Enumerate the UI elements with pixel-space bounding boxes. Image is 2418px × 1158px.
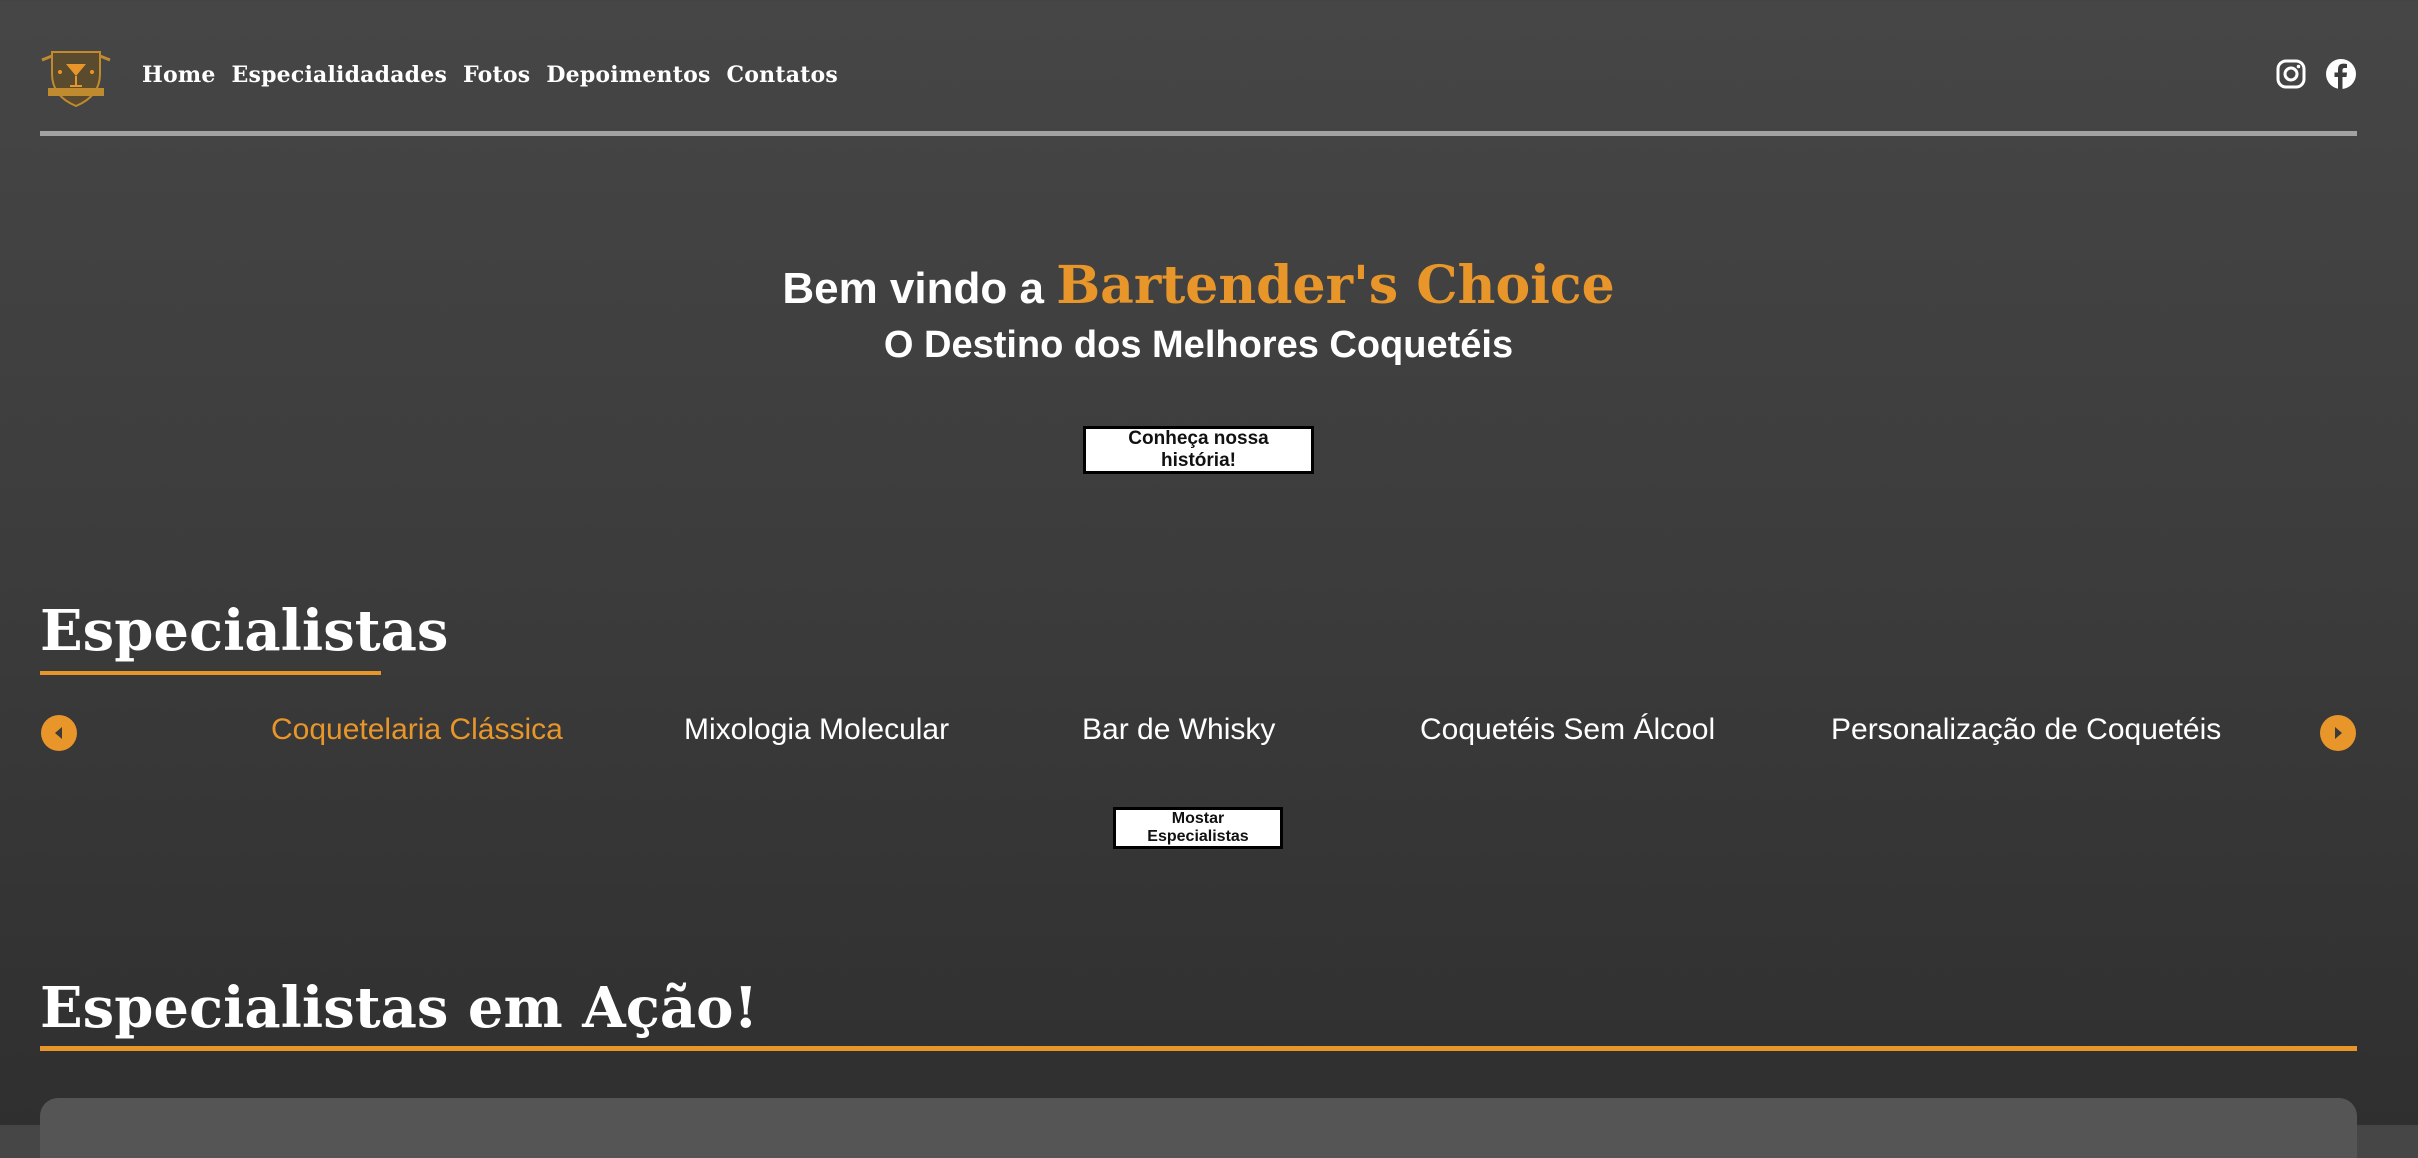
carousel-item-coquetelaria-classica[interactable]: Coquetelaria Clássica [271, 713, 563, 747]
nav-link-depoimentos[interactable]: Depoimentos [546, 62, 710, 88]
especialistas-title: Especialistas [40, 598, 449, 664]
history-button[interactable]: Conheça nossa história! [1083, 426, 1314, 474]
especialistas-carousel: Coquetelaria Clássica Mixologia Molecula… [0, 713, 2418, 753]
hero-welcome-text: Bem vindo a [782, 264, 1044, 313]
especialistas-acao-underline [40, 1046, 2357, 1051]
especialistas-underline [40, 671, 381, 675]
hero-heading: Bem vindo a Bartender's Choice [0, 255, 2397, 316]
nav-link-contatos[interactable]: Contatos [727, 62, 838, 88]
carousel-item-bar-de-whisky[interactable]: Bar de Whisky [1082, 713, 1275, 747]
nav-link-home[interactable]: Home [142, 62, 216, 88]
main-nav: Home Especialidadades Fotos Depoimentos … [142, 62, 838, 88]
especialistas-acao-title: Especialistas em Ação! [40, 975, 759, 1041]
instagram-icon[interactable] [2275, 58, 2307, 90]
facebook-icon[interactable] [2325, 58, 2357, 90]
site-header: Home Especialidadades Fotos Depoimentos … [40, 0, 2357, 136]
nav-link-fotos[interactable]: Fotos [463, 62, 530, 88]
nav-link-especialidades[interactable]: Especialidadades [232, 62, 448, 88]
carousel-next-button[interactable] [2320, 715, 2356, 751]
caret-right-icon [2335, 727, 2342, 739]
show-especialistas-button[interactable]: Mostar Especialistas [1113, 807, 1283, 849]
carousel-item-coqueteis-sem-alcool[interactable]: Coquetéis Sem Álcool [1420, 713, 1715, 747]
carousel-item-mixologia-molecular[interactable]: Mixologia Molecular [684, 713, 949, 747]
carousel-item-personalizacao[interactable]: Personalização de Coquetéis [1831, 713, 2221, 747]
hero-brand-name: Bartender's Choice [1056, 255, 1615, 316]
bar-logo[interactable] [40, 46, 112, 110]
hero-section: Bem vindo a Bartender's Choice O Destino… [0, 255, 2397, 367]
gallery-panel [40, 1098, 2357, 1158]
social-links [2275, 58, 2357, 90]
hero-subheading: O Destino dos Melhores Coquetéis [883, 324, 1514, 366]
